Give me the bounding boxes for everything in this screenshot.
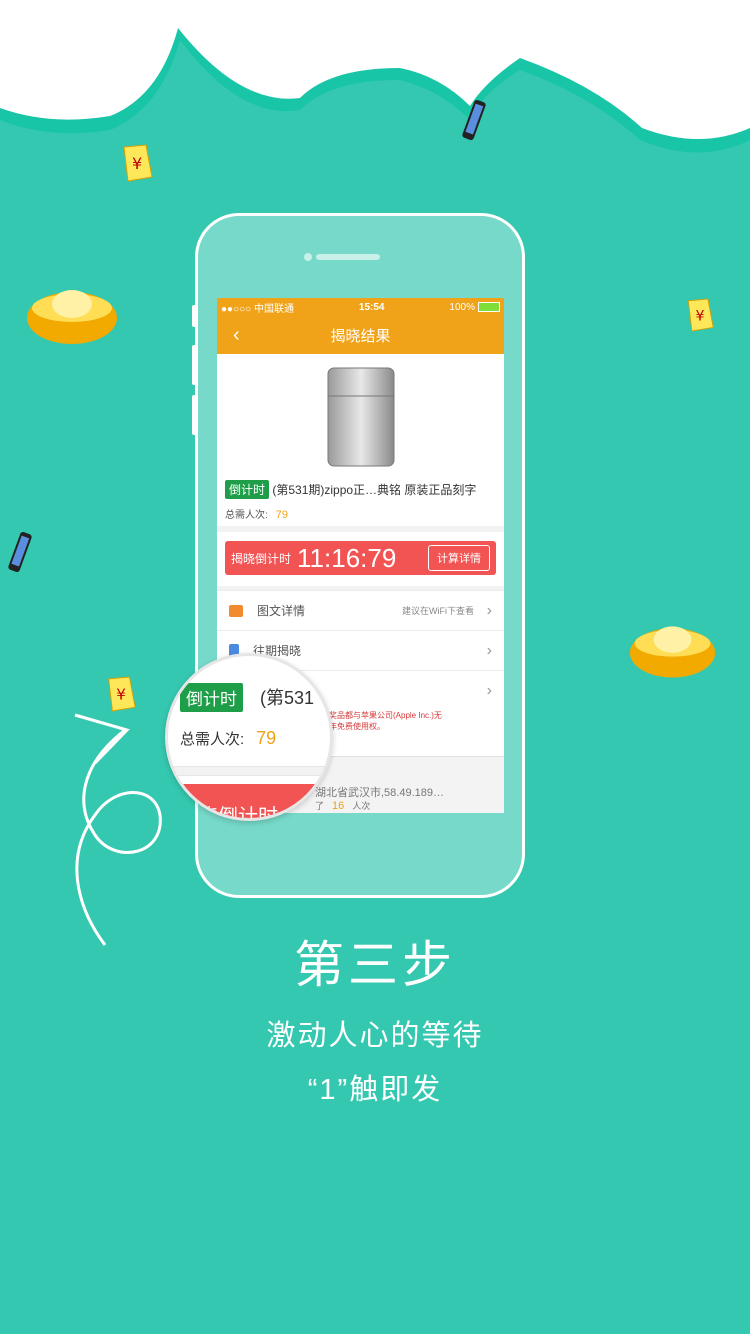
svg-text:¥: ¥ [132, 154, 142, 173]
status-time: 15:54 [358, 301, 385, 313]
list-item-label: 图文详情 [257, 604, 306, 618]
magnified-countdown-bar: 揭晓倒计时 [168, 784, 330, 818]
chevron-right-icon: › [486, 681, 492, 699]
cloud-decoration [0, 0, 750, 153]
chevron-left-icon[interactable]: ‹ [233, 325, 240, 345]
countdown-time: 11:16:79 [297, 542, 397, 573]
product-image [326, 366, 396, 470]
step-subtitle-2: “1”触即发 [307, 1074, 443, 1106]
countdown-label: 揭晓倒计时 [231, 551, 292, 566]
page-title: 揭晓结果 [330, 327, 391, 345]
phone-side-button [192, 345, 197, 385]
countdown-tag: 倒计时 [225, 480, 270, 499]
carrier-label: ●●○○○ 中国联通 [221, 303, 294, 315]
need-label: 总需人次: [225, 510, 268, 521]
list-item-image-details[interactable]: 图文详情 建议在WiFi下查看 › [217, 590, 504, 630]
countdown-bar: 揭晓倒计时 11:16:79 计算详情 [225, 541, 496, 575]
phone-camera [304, 253, 312, 261]
phone-speaker [316, 254, 380, 260]
gold-ingot-icon [629, 626, 716, 678]
magnified-need-label: 总需人次: [180, 731, 245, 748]
chevron-right-icon: › [486, 641, 492, 659]
chevron-right-icon: › [486, 601, 492, 619]
svg-text:¥: ¥ [116, 686, 126, 704]
yen-coin-icon: ¥ [687, 298, 714, 332]
phone-side-button [192, 305, 197, 327]
record-count: 16 [332, 800, 345, 812]
product-title-row[interactable]: 倒计时 (第531期)zippo正…典铭 原装正品刻字 [225, 480, 500, 499]
battery-label: 100% [449, 301, 475, 313]
list-item-hint: 建议在WiFi下查看 [402, 606, 474, 616]
disclaimer-notice: 动和奖品都与苹果公司(Apple Inc.)无 的十年免费使用权。 [313, 711, 442, 731]
gold-ingot-icon [27, 290, 117, 344]
record-location: 湖北省武汉市,58.49.189… [315, 787, 444, 799]
section-divider [217, 526, 504, 532]
curved-arrow-icon [74, 713, 162, 946]
magnified-countdown-tag: 倒计时 [180, 683, 243, 712]
magnifier-lens: 倒计时 (第531 总需人次: 79 揭晓倒计时 [165, 653, 333, 821]
battery-icon [478, 302, 500, 312]
magnified-need-value: 79 [256, 728, 277, 748]
need-count-row: 总需人次: 79 [225, 506, 288, 521]
svg-text:¥: ¥ [695, 308, 704, 324]
calc-details-button[interactable]: 计算详情 [428, 545, 490, 571]
image-icon [229, 604, 243, 617]
yen-coin-icon: ¥ [123, 144, 153, 182]
step-title: 第三步 [294, 937, 456, 993]
magnified-need-row: 总需人次: 79 [180, 728, 276, 749]
record-suffix: 人次 [352, 801, 371, 811]
need-value: 79 [275, 509, 289, 521]
step-subtitle: 激动人心的等待 [266, 1020, 484, 1052]
magnified-divider [168, 766, 330, 776]
phone-icon [8, 531, 32, 573]
phone-side-button [192, 395, 197, 435]
product-title: (第531期)zippo正…典铭 原装正品刻字 [272, 483, 477, 497]
nav-bar: ‹ 揭晓结果 [217, 316, 504, 354]
status-bar: ●●○○○ 中国联通 15:54 100% [217, 298, 504, 316]
phone-icon [462, 99, 486, 141]
magnified-title: (第531 [260, 688, 315, 708]
